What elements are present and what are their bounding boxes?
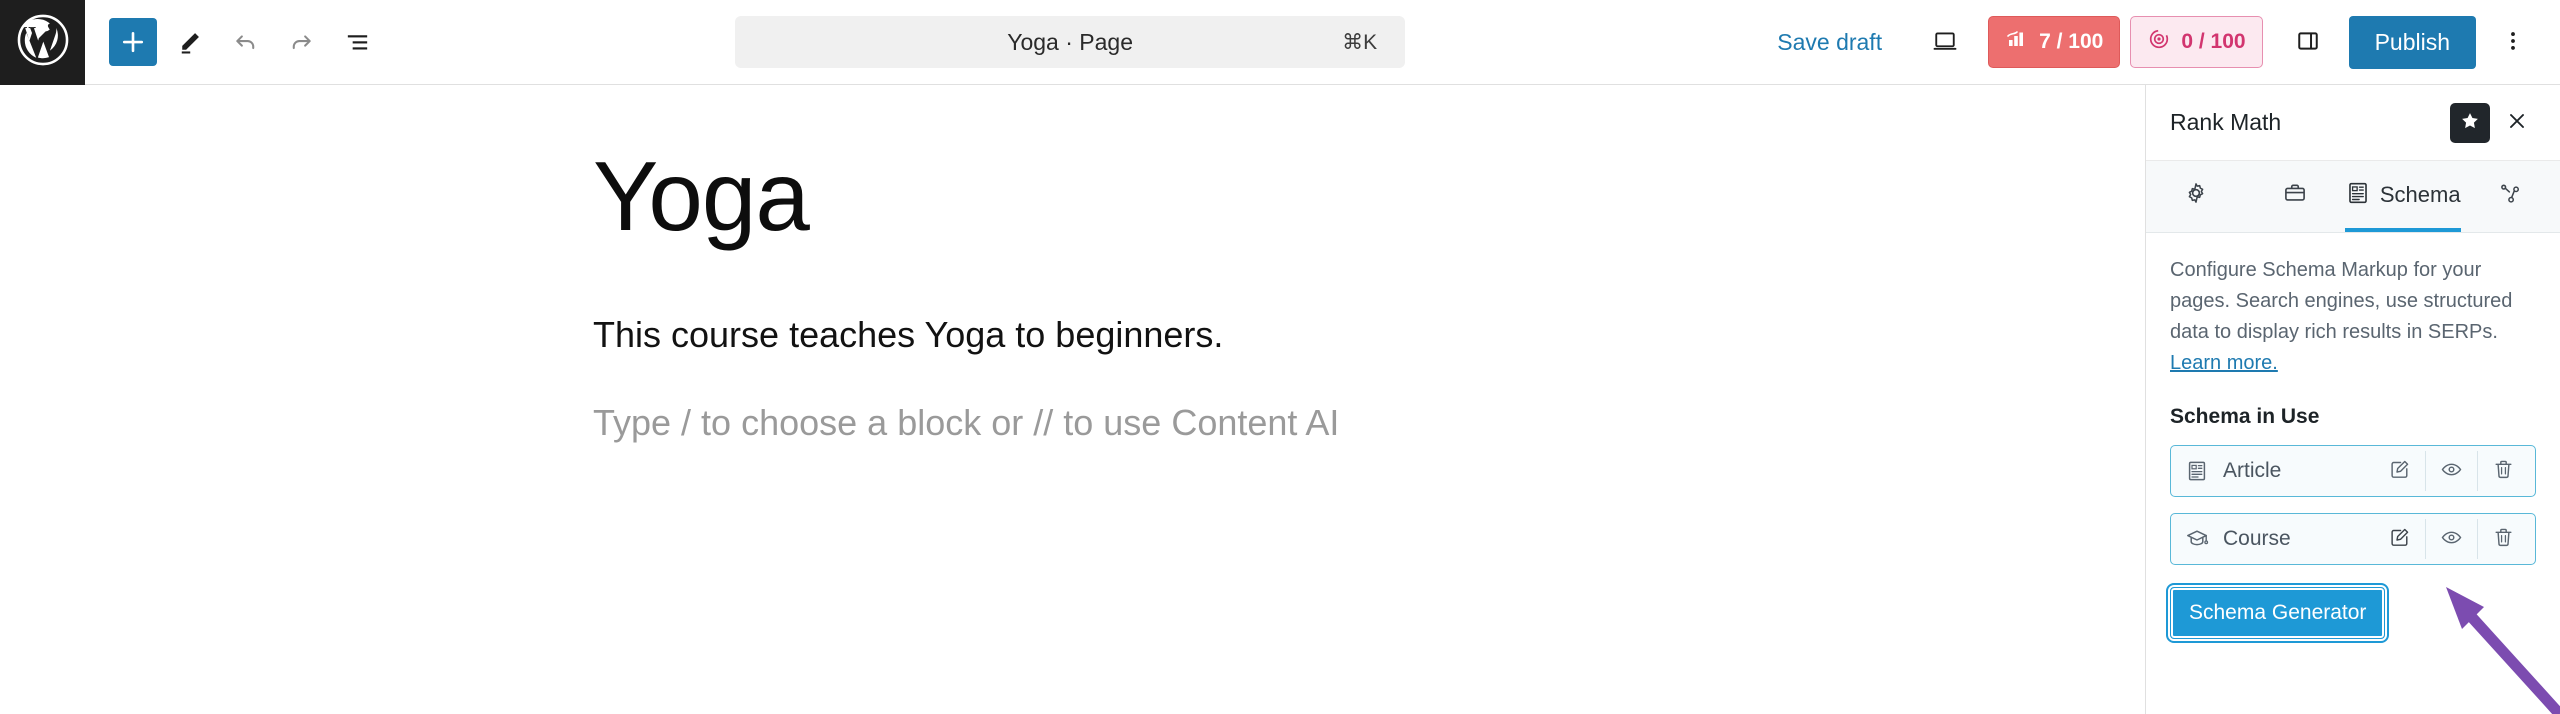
list-view-icon — [343, 28, 372, 57]
settings-sidebar-toggle[interactable] — [2283, 18, 2333, 66]
trash-icon — [2492, 458, 2515, 484]
editor-canvas: Yoga This course teaches Yoga to beginne… — [85, 85, 2145, 714]
command-bar-wrapper: Yoga · Page ⌘K — [381, 16, 1759, 68]
eye-icon — [2440, 458, 2463, 484]
trash-icon — [2492, 526, 2515, 552]
rank-math-star-button[interactable] — [2450, 102, 2490, 143]
command-bar-title: Yoga · Page — [1007, 28, 1133, 55]
wordpress-logo-button[interactable] — [0, 0, 85, 85]
schema-row-course[interactable]: Course — [2170, 513, 2536, 565]
close-icon — [2505, 109, 2529, 136]
delete-schema-button-course[interactable] — [2477, 519, 2529, 559]
plus-icon — [118, 27, 148, 57]
seo-score-value: 7 / 100 — [2039, 30, 2104, 53]
social-share-icon — [2497, 180, 2523, 209]
preview-schema-button-course[interactable] — [2425, 519, 2477, 559]
publish-button[interactable]: Publish — [2348, 15, 2476, 69]
schema-row-label: Article — [2223, 459, 2282, 482]
tab-social[interactable] — [2461, 161, 2560, 232]
star-icon — [2459, 110, 2481, 135]
left-toolbar-group — [85, 18, 381, 66]
undo-button[interactable] — [221, 18, 269, 66]
save-draft-button[interactable]: Save draft — [1759, 19, 1900, 66]
redo-button[interactable] — [277, 18, 325, 66]
schema-description: Configure Schema Markup for your pages. … — [2170, 255, 2536, 379]
seo-score-badge[interactable]: 7 / 100 — [1988, 16, 2121, 68]
schema-doc-icon — [2345, 180, 2371, 209]
schema-row-label: Course — [2223, 527, 2291, 550]
rank-math-panel-title: Rank Math — [2170, 109, 2282, 135]
content-ai-score-badge[interactable]: 0 / 100 — [2130, 16, 2263, 68]
tab-general[interactable] — [2146, 161, 2245, 232]
edit-pencil-square-icon — [2388, 458, 2411, 484]
right-toolbar-group: Save draft 7 / 100 0 / 100 Publish — [1759, 15, 2560, 69]
more-options-button[interactable] — [2488, 18, 2538, 66]
rank-math-tab-bar: Schema — [2146, 161, 2560, 233]
graduation-cap-icon — [2185, 527, 2215, 551]
editor-top-bar: Yoga · Page ⌘K Save draft 7 / 100 0 / 10… — [0, 0, 2560, 85]
desktop-view-icon — [1931, 27, 1959, 58]
content-ai-score-value: 0 / 100 — [2181, 30, 2246, 53]
wordpress-logo-icon — [15, 12, 71, 73]
rank-math-sidebar: Rank Math Schema Configure Schema Markup… — [2145, 85, 2560, 714]
post-content-wrapper: Yoga This course teaches Yoga to beginne… — [85, 85, 2145, 449]
preview-device-button[interactable] — [1920, 18, 1970, 66]
gear-icon — [2183, 180, 2209, 209]
preview-schema-button-article[interactable] — [2425, 451, 2477, 491]
command-bar[interactable]: Yoga · Page ⌘K — [735, 16, 1406, 68]
rank-math-close-button[interactable] — [2496, 102, 2538, 144]
command-bar-shortcut: ⌘K — [1342, 30, 1378, 54]
tab-schema-label: Schema — [2379, 181, 2461, 207]
edit-schema-button-article[interactable] — [2373, 451, 2425, 491]
document-overview-button[interactable] — [333, 18, 381, 66]
briefcase-icon — [2282, 180, 2308, 209]
schema-description-text: Configure Schema Markup for your pages. … — [2170, 259, 2513, 343]
post-paragraph-block[interactable]: This course teaches Yoga to beginners. — [593, 310, 2145, 360]
delete-schema-button-article[interactable] — [2477, 451, 2529, 491]
schema-in-use-heading: Schema in Use — [2170, 405, 2320, 428]
tab-advanced[interactable] — [2245, 161, 2344, 232]
schema-row-article[interactable]: Article — [2170, 445, 2536, 497]
undo-arrow-icon — [231, 28, 260, 57]
tools-button[interactable] — [165, 18, 213, 66]
empty-block-placeholder[interactable]: Type / to choose a block or // to use Co… — [593, 398, 2145, 448]
post-title[interactable]: Yoga — [593, 145, 2145, 248]
eye-icon — [2440, 526, 2463, 552]
edit-pencil-square-icon — [2388, 526, 2411, 552]
content-ai-icon — [2147, 27, 2171, 57]
rank-math-header: Rank Math — [2146, 85, 2560, 161]
edit-schema-button-course[interactable] — [2373, 519, 2425, 559]
sidebar-panel-icon — [2294, 27, 2322, 58]
pencil-icon — [175, 28, 204, 57]
learn-more-link[interactable]: Learn more. — [2170, 352, 2278, 374]
redo-arrow-icon — [287, 28, 316, 57]
seo-bars-icon — [2005, 27, 2029, 57]
tab-schema[interactable]: Schema — [2344, 161, 2461, 232]
kebab-menu-icon — [2500, 28, 2526, 57]
rank-math-schema-body: Configure Schema Markup for your pages. … — [2146, 233, 2560, 643]
add-block-button[interactable] — [109, 18, 157, 66]
schema-generator-button[interactable]: Schema Generator — [2165, 583, 2390, 643]
article-doc-icon — [2185, 459, 2215, 483]
